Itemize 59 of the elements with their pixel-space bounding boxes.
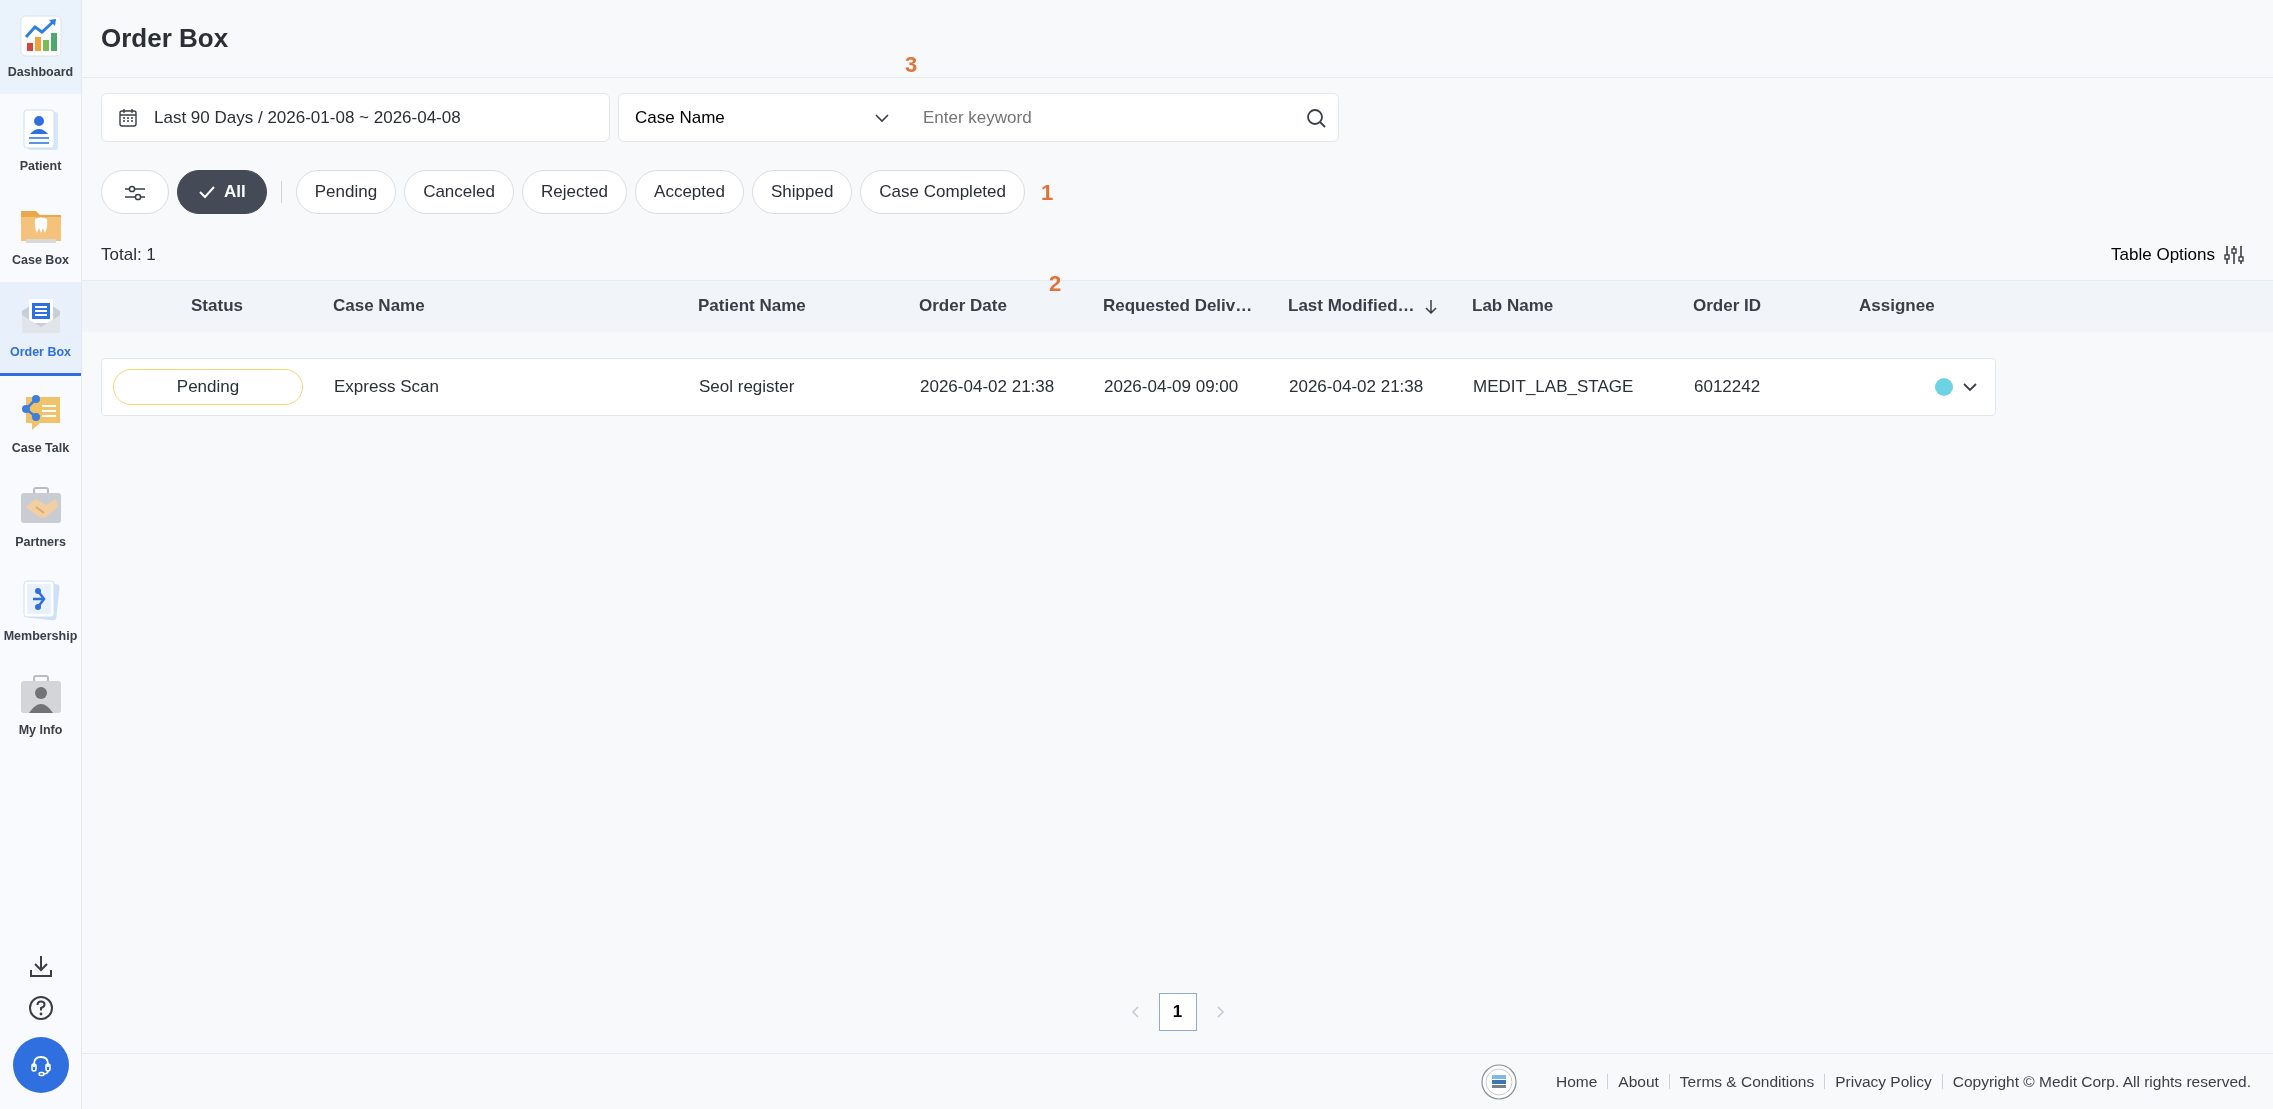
chart-icon	[17, 12, 64, 59]
sidebar-item[interactable]: Membership	[0, 564, 81, 658]
annotation-number: 2	[1049, 269, 1062, 298]
table-options-button[interactable]: Table Options	[2111, 242, 2245, 268]
download-icon	[27, 953, 54, 979]
search-icon	[1306, 108, 1326, 129]
column-header[interactable]: Order ID	[1693, 293, 1762, 319]
table-cell: 6012242	[1694, 376, 1761, 396]
column-header[interactable]: Order Date	[919, 293, 1007, 319]
search-type-dropdown[interactable]: Case Name	[619, 102, 905, 133]
page-button[interactable]: 1	[1158, 993, 1197, 1031]
annotation-number: 3	[905, 51, 918, 79]
sidebar-item[interactable]: My Info	[0, 658, 81, 752]
sort-arrow-icon	[1422, 298, 1439, 314]
column-header[interactable]: Case Name	[333, 293, 425, 319]
sidebar-item[interactable]: Case Talk	[0, 376, 81, 470]
sidebar-item[interactable]: Case Box	[0, 188, 81, 282]
footer-link[interactable]: Home	[1545, 1073, 1608, 1090]
footer-link[interactable]: Privacy Policy	[1824, 1073, 1942, 1090]
certification-badge-icon	[1479, 1062, 1518, 1101]
download-button[interactable]	[27, 953, 54, 979]
status-filter-chip[interactable]: Canceled	[404, 170, 514, 214]
status-filter-chip[interactable]: Rejected	[521, 170, 628, 214]
date-range-field[interactable]: Last 90 Days / 2026-01-08 ~ 2026-04-08	[101, 93, 610, 142]
table-cell: 2026-04-02 21:38	[920, 376, 1055, 396]
sliders-icon	[2223, 243, 2245, 266]
page-title: Order Box	[101, 22, 229, 55]
column-header[interactable]: Last Modified…	[1288, 293, 1439, 319]
status-filter-chip[interactable]: All	[177, 170, 267, 214]
column-header[interactable]: Patient Name	[698, 293, 806, 319]
headset-icon	[28, 1053, 53, 1077]
copyright-text: Copyright © Medit Corp. All rights reserved.	[1941, 1073, 2251, 1090]
footer-link[interactable]: Terms & Conditions	[1668, 1073, 1825, 1090]
table-cell: Express Scan	[334, 376, 439, 396]
column-header[interactable]: Requested Deliv…	[1103, 293, 1253, 319]
status-filter-chip[interactable]: Shipped	[751, 170, 853, 214]
table-cell: MEDIT_LAB_STAGE	[1473, 376, 1634, 396]
footer-link[interactable]: About	[1607, 1073, 1669, 1090]
table-row[interactable]: Pending Express Scan Seol register 2026-04-02 21:38 2026-04-09 09:00 2026-04-02 21:38 MEDIT_LAB_STAGE 6012242	[101, 357, 1996, 416]
annotation-number: 1	[1040, 178, 1054, 207]
sidebar-item[interactable]: Order Box	[0, 282, 81, 376]
help-button[interactable]	[27, 995, 54, 1021]
sidebar-item[interactable]: Partners	[0, 470, 81, 564]
status-filter-chip[interactable]: Case Completed	[860, 170, 1025, 214]
total-count: Total: 1	[101, 244, 156, 266]
column-header[interactable]: Status	[191, 293, 243, 319]
table-cell: 2026-04-09 09:00	[1104, 376, 1239, 396]
column-header[interactable]: Lab Name	[1472, 293, 1554, 319]
table-cell: Seol register	[699, 376, 795, 396]
column-header[interactable]: Assignee	[1859, 293, 1935, 319]
help-icon	[27, 995, 54, 1021]
filter-button[interactable]	[101, 170, 169, 214]
search-field[interactable]: Case Name Enter keyword	[618, 93, 1339, 142]
calendar-icon	[118, 107, 138, 128]
table-cell: 2026-04-02 21:38	[1289, 376, 1424, 396]
sidebar-item[interactable]: Dashboard	[0, 0, 81, 94]
sidebar-item[interactable]: Patient	[0, 94, 81, 188]
status-filter-chip[interactable]: Accepted	[635, 170, 744, 214]
status-filter-chip[interactable]: Pending	[295, 170, 397, 214]
